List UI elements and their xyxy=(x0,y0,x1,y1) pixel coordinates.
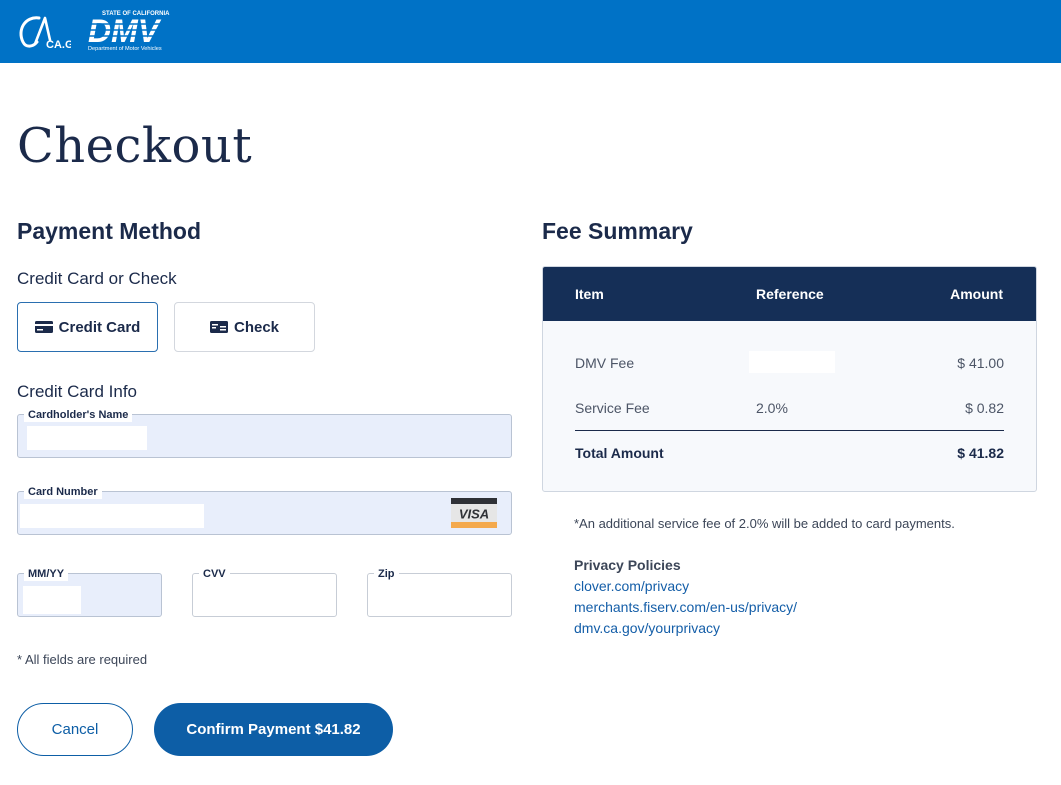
cardholder-name-label: Cardholder's Name xyxy=(24,408,133,422)
payment-method-label: Credit Card or Check xyxy=(17,269,177,288)
row-reference: 2.0% xyxy=(756,400,788,416)
redacted-reference xyxy=(749,351,835,373)
check-method-label: Check xyxy=(233,318,280,336)
top-banner: CA.GOV STATE OF CALIFORNIA DMV Departmen… xyxy=(0,0,1061,63)
cvv-label: CVV xyxy=(199,567,230,581)
row-amount: $ 41.00 xyxy=(957,355,1004,371)
cancel-button[interactable]: Cancel xyxy=(17,703,133,756)
fee-summary-table: Item Reference Amount DMV Fee $ 41.00 Se… xyxy=(542,266,1037,492)
dmv-logo-text: DMV xyxy=(88,13,162,49)
card-number-label: Card Number xyxy=(24,485,102,499)
credit-card-method-label: Credit Card xyxy=(58,318,141,336)
privacy-link-fiserv[interactable]: merchants.fiserv.com/en-us/privacy/ xyxy=(574,599,797,615)
card-brand-text: VISA xyxy=(459,507,489,522)
header-item: Item xyxy=(575,286,604,302)
credit-card-info-label: Credit Card Info xyxy=(17,382,137,401)
required-fields-note: * All fields are required xyxy=(17,652,148,667)
cardholder-name-input[interactable] xyxy=(27,426,147,450)
row-amount: $ 0.82 xyxy=(965,400,1004,416)
row-item: Service Fee xyxy=(575,400,650,416)
header-reference: Reference xyxy=(756,286,824,302)
row-item: DMV Fee xyxy=(575,355,635,371)
check-icon xyxy=(209,321,228,333)
ca-gov-logo[interactable]: CA.GOV xyxy=(17,12,71,52)
page-title: Checkout xyxy=(17,118,253,174)
cvv-field[interactable]: CVV xyxy=(192,567,337,617)
dmv-logo-bottom-text: Department of Motor Vehicles xyxy=(88,46,162,52)
expiry-label: MM/YY xyxy=(24,567,69,581)
header-amount: Amount xyxy=(950,286,1003,302)
expiry-input[interactable] xyxy=(23,586,81,614)
dmv-logo[interactable]: STATE OF CALIFORNIA DMV Department of Mo… xyxy=(86,8,188,52)
credit-card-icon xyxy=(34,321,53,333)
privacy-link-dmv[interactable]: dmv.ca.gov/yourprivacy xyxy=(574,620,720,636)
ca-logo-text: CA.GOV xyxy=(46,39,71,51)
cardholder-name-field[interactable]: Cardholder's Name xyxy=(17,408,512,458)
check-method-button[interactable]: Check xyxy=(174,302,315,352)
expiry-field[interactable]: MM/YY xyxy=(17,567,162,617)
total-divider xyxy=(575,430,1004,431)
zip-label: Zip xyxy=(374,567,399,581)
confirm-payment-button[interactable]: Confirm Payment $41.82 xyxy=(154,703,393,756)
payment-method-heading: Payment Method xyxy=(17,218,202,244)
card-number-field[interactable]: Card Number VISA xyxy=(17,485,512,535)
card-number-input[interactable] xyxy=(20,504,204,528)
fee-table-header: Item Reference Amount xyxy=(543,267,1036,321)
service-fee-note: *An additional service fee of 2.0% will … xyxy=(574,516,955,531)
total-amount: $ 41.82 xyxy=(957,445,1004,461)
fee-summary-heading: Fee Summary xyxy=(542,218,693,244)
privacy-link-clover[interactable]: clover.com/privacy xyxy=(574,578,689,594)
visa-card-icon: VISA xyxy=(451,498,497,528)
total-label: Total Amount xyxy=(575,445,664,461)
privacy-policies-heading: Privacy Policies xyxy=(574,557,681,573)
credit-card-method-button[interactable]: Credit Card xyxy=(17,302,158,352)
zip-field[interactable]: Zip xyxy=(367,567,512,617)
